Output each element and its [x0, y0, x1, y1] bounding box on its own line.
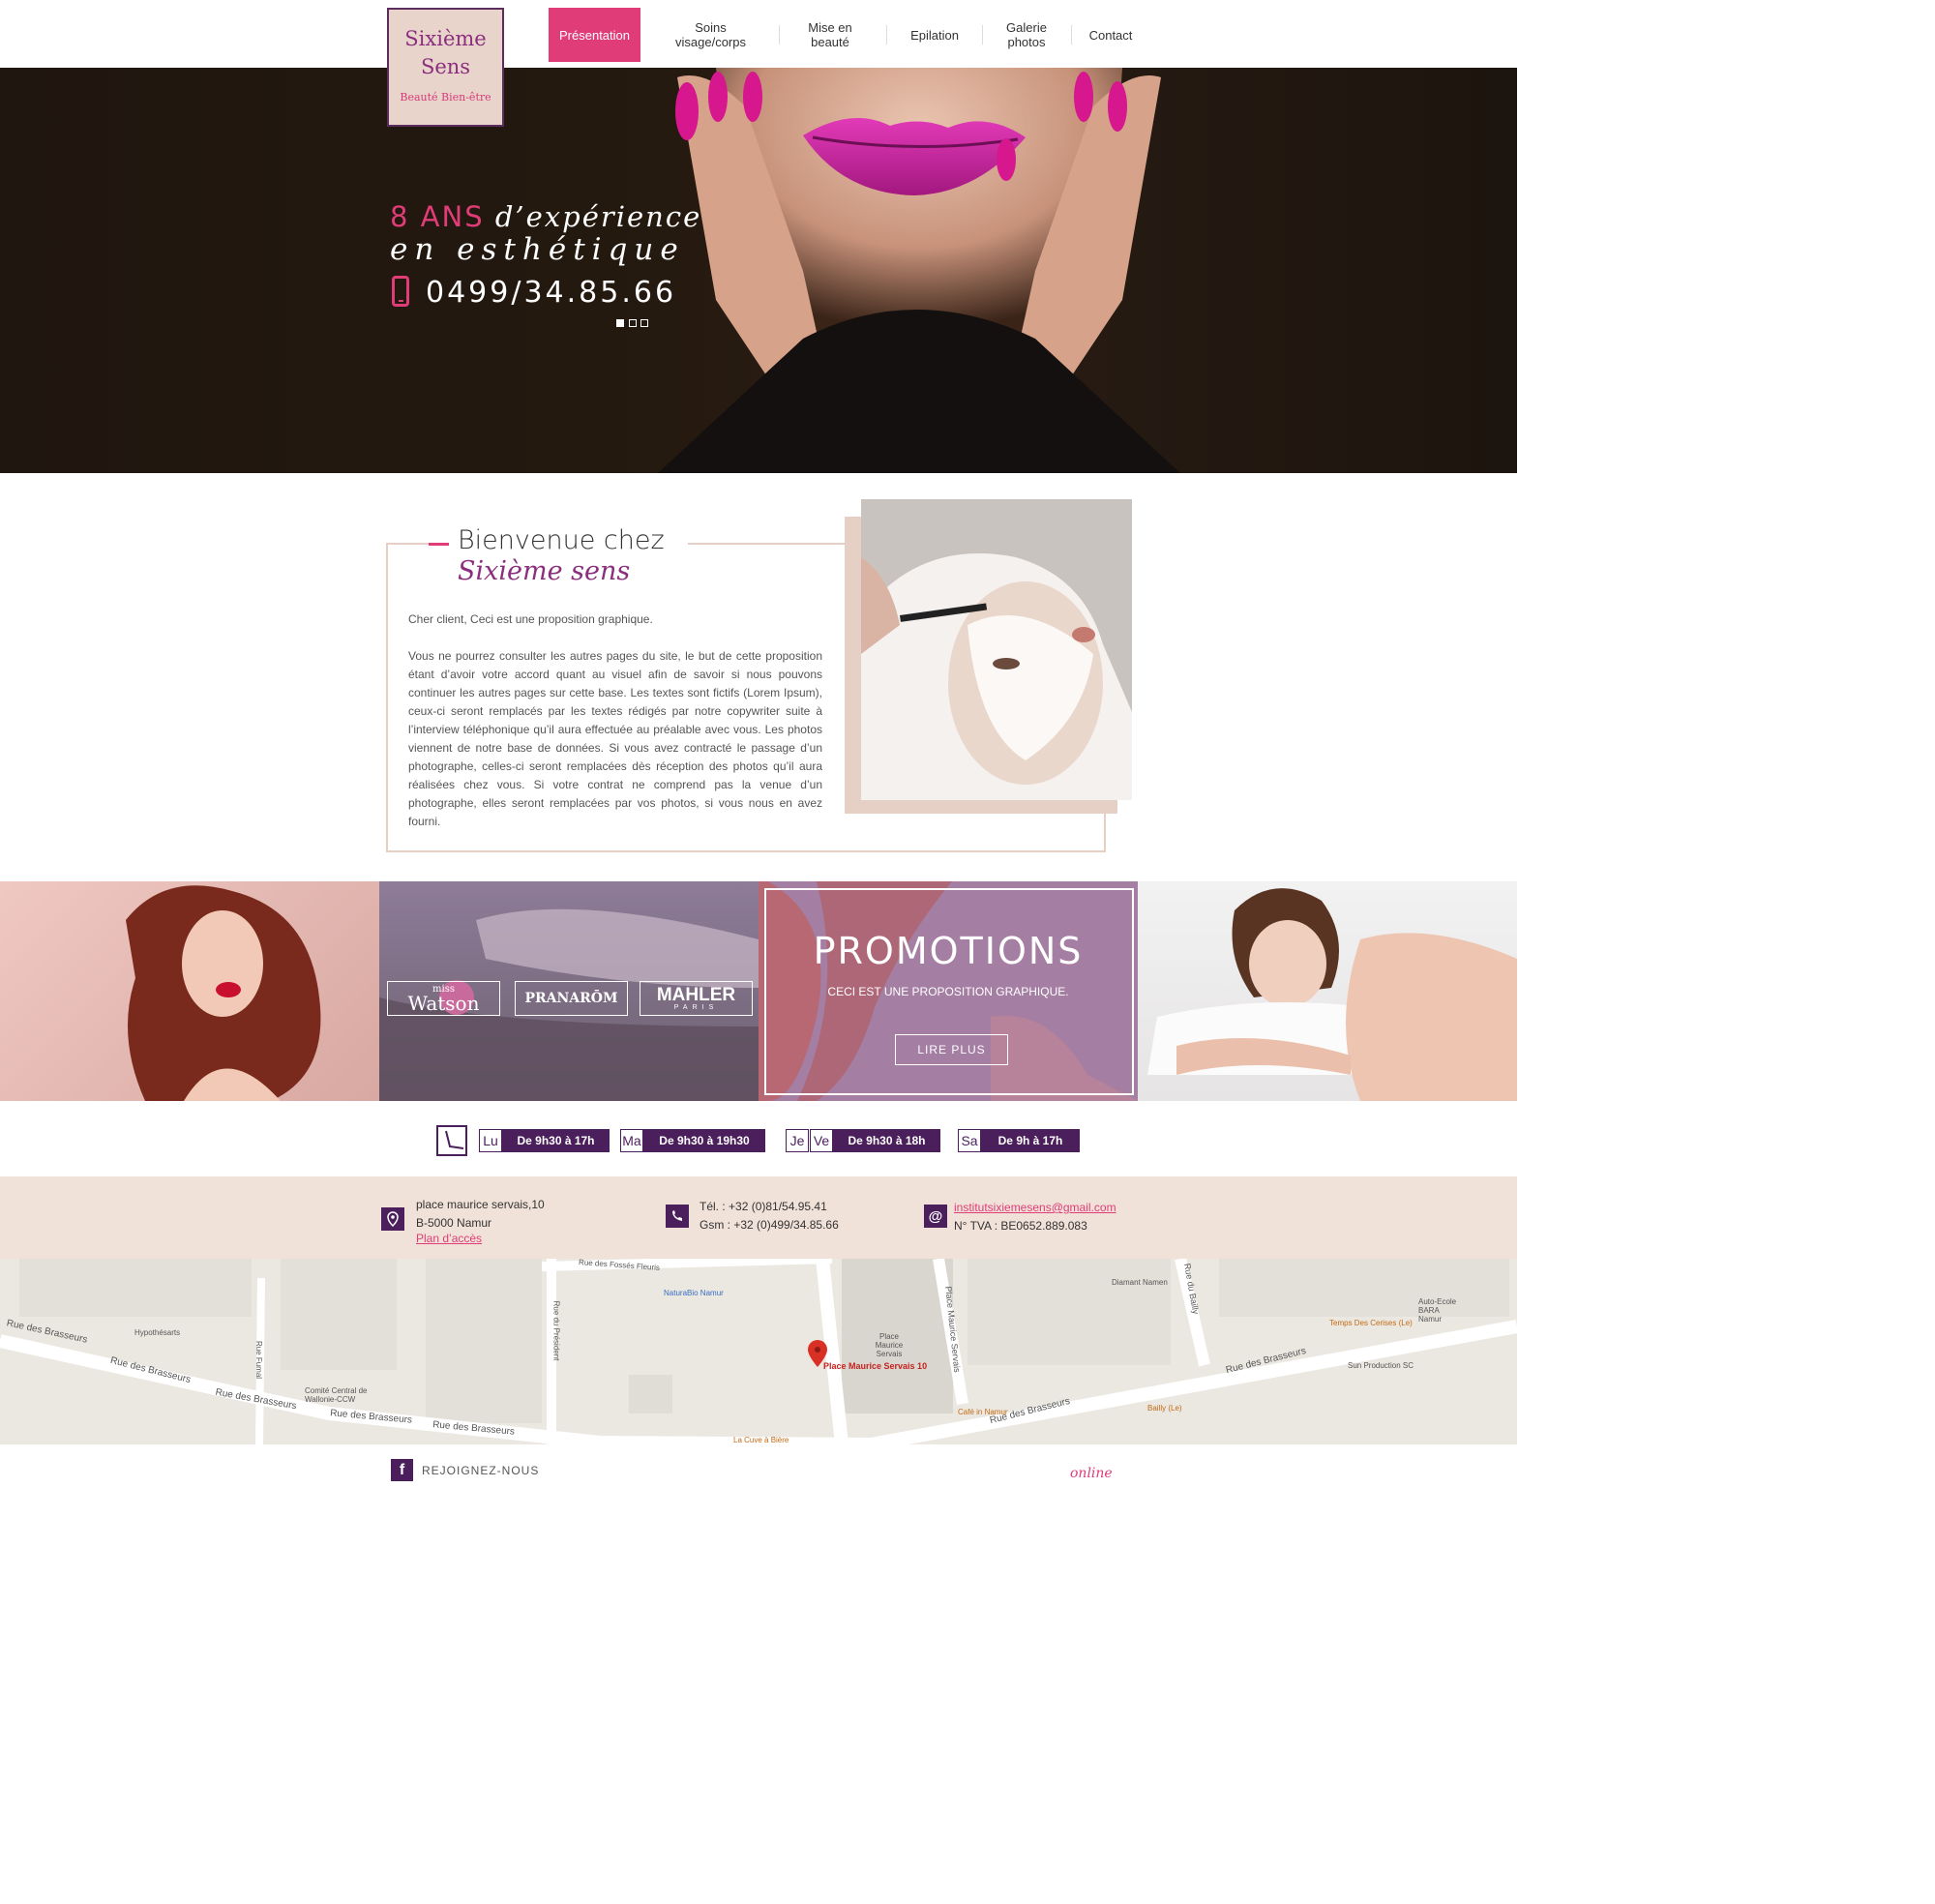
map-place: Place Maurice Servais — [875, 1332, 904, 1358]
nav-contact[interactable]: Contact — [1082, 8, 1140, 62]
join-us-link[interactable]: REJOIGNEZ-NOUS — [422, 1464, 539, 1477]
promo-subtitle: CECI EST UNE PROPOSITION GRAPHIQUE. — [827, 985, 1069, 998]
hero-phone[interactable]: 0499/34.85.66 — [426, 276, 676, 310]
hours-day-ma: Ma — [620, 1129, 643, 1152]
model-panel — [0, 881, 379, 1101]
phone-block: Tél. : +32 (0)81/54.95.41 Gsm : +32 (0)4… — [700, 1198, 839, 1235]
welcome-para: Vous ne pourrez consulter les autres pag… — [408, 649, 822, 828]
tva-number: N° TVA : BE0652.889.083 — [954, 1219, 1087, 1233]
email-at-icon: @ — [924, 1205, 947, 1228]
welcome-para: Cher client, Ceci est une proposition gr… — [408, 612, 653, 626]
map-place: NaturaBio Namur — [664, 1289, 724, 1297]
location-pin-icon — [381, 1207, 404, 1231]
map-link[interactable]: Plan d’accès — [416, 1233, 545, 1245]
map-street: Rue du Président — [551, 1300, 561, 1361]
brands-panel: miss Watson PRANARŌM MAHLER PARIS — [379, 881, 759, 1101]
hours-day-sa: Sa — [958, 1129, 981, 1152]
massage-panel — [1138, 881, 1517, 1101]
map-place: Sun Production SC — [1348, 1361, 1414, 1370]
map-pin-label: Place Maurice Servais 10 — [823, 1361, 928, 1371]
logo[interactable]: Sixième Sens Beauté Bien-être — [387, 8, 504, 127]
address-line1: place maurice servais,10 — [416, 1198, 545, 1211]
email-link[interactable]: institutsixiemesens@gmail.com — [954, 1199, 1116, 1217]
brand-mahler: MAHLER PARIS — [640, 981, 753, 1016]
nav-divider — [1071, 25, 1072, 45]
welcome-dash — [429, 543, 449, 546]
hours-time: De 9h30 à 18h — [833, 1129, 940, 1152]
slider-dot[interactable] — [616, 319, 624, 327]
nav-galerie[interactable]: Galerie photos — [993, 8, 1060, 62]
map-place: Auto-Ecole BARA Namur — [1418, 1297, 1457, 1324]
logo-tagline: Beauté Bien-être — [400, 91, 491, 104]
map-place: Comité Central de Wallonie-CCW — [305, 1386, 368, 1404]
map-place: Hypothésarts — [134, 1328, 181, 1337]
hero-line2: en esthétique — [390, 232, 685, 267]
slider-dot[interactable] — [640, 319, 648, 327]
email-block: institutsixiemesens@gmail.com N° TVA : B… — [954, 1199, 1116, 1235]
nav-soins[interactable]: Soins visage/corps — [660, 8, 761, 62]
nav-divider — [886, 25, 887, 45]
nav-epilation[interactable]: Epilation — [898, 8, 971, 62]
contact-band: place maurice servais,10 B-5000 Namur Pl… — [0, 1176, 1517, 1259]
hero-line1-rest: d’expérience — [484, 200, 702, 233]
hero-lips-image — [658, 68, 1180, 473]
nav-presentation[interactable]: Présentation — [549, 8, 640, 62]
map-place: Café in Namur — [958, 1408, 1008, 1416]
nav-mise-en-beaute[interactable]: Mise en beauté — [791, 8, 869, 62]
clock-icon — [436, 1125, 467, 1156]
online-brand-logo[interactable]: online — [1070, 1466, 1113, 1481]
logo-line2: Sens — [420, 55, 471, 78]
facebook-icon[interactable]: f — [391, 1459, 413, 1481]
map-place: Bailly (Le) — [1147, 1404, 1182, 1413]
hours-time: De 9h30 à 17h — [502, 1129, 610, 1152]
map-street: Rue Fumal — [254, 1340, 264, 1380]
hours-time: De 9h à 17h — [981, 1129, 1080, 1152]
hours-day-je: Je — [786, 1129, 809, 1152]
hours-time: De 9h30 à 19h30 — [643, 1129, 765, 1152]
facial-treatment-photo — [861, 499, 1132, 800]
hero-headline: 8 ANS d’expérience — [390, 200, 701, 233]
gsm-number[interactable]: Gsm : +32 (0)499/34.85.66 — [700, 1216, 839, 1235]
nav-divider — [779, 25, 780, 45]
hours-day-lu: Lu — [479, 1129, 502, 1152]
welcome-title: Bienvenue chez — [458, 525, 665, 555]
welcome-subtitle: Sixième sens — [458, 556, 631, 586]
welcome-text: Cher client, Ceci est une proposition gr… — [408, 610, 822, 849]
map-place: Temps Des Cerises (Le) — [1329, 1319, 1413, 1327]
google-map[interactable]: Rue des Brasseurs Rue des Brasseurs Rue … — [0, 1259, 1517, 1444]
phone-icon — [666, 1205, 689, 1228]
map-place: Diamant Namen — [1112, 1278, 1168, 1287]
frame-line — [386, 543, 429, 545]
header: Présentation Soins visage/corps Mise en … — [0, 0, 1517, 70]
slider-dot[interactable] — [629, 319, 637, 327]
logo-line1: Sixième — [404, 27, 487, 50]
brand-pranarom: PRANARŌM — [515, 981, 628, 1016]
nav-divider — [982, 25, 983, 45]
address-block: place maurice servais,10 B-5000 Namur Pl… — [416, 1196, 545, 1245]
promo-title: PROMOTIONS — [813, 930, 1084, 972]
hero-accent: 8 ANS — [390, 200, 485, 233]
read-more-button[interactable]: LIRE PLUS — [895, 1034, 1008, 1065]
tel-number[interactable]: Tél. : +32 (0)81/54.95.41 — [700, 1198, 839, 1216]
frame-line — [688, 543, 845, 545]
address-line2: B-5000 Namur — [416, 1216, 492, 1230]
map-place: La Cuve à Bière — [733, 1436, 789, 1444]
hero-banner: 8 ANS d’expérience en esthétique 0499/34… — [0, 68, 1517, 473]
promo-panel: PROMOTIONS CECI EST UNE PROPOSITION GRAP… — [759, 881, 1138, 1101]
hours-day-ve: Ve — [810, 1129, 833, 1152]
brand-miss-watson: miss Watson — [387, 981, 500, 1016]
mobile-phone-icon — [392, 276, 409, 307]
